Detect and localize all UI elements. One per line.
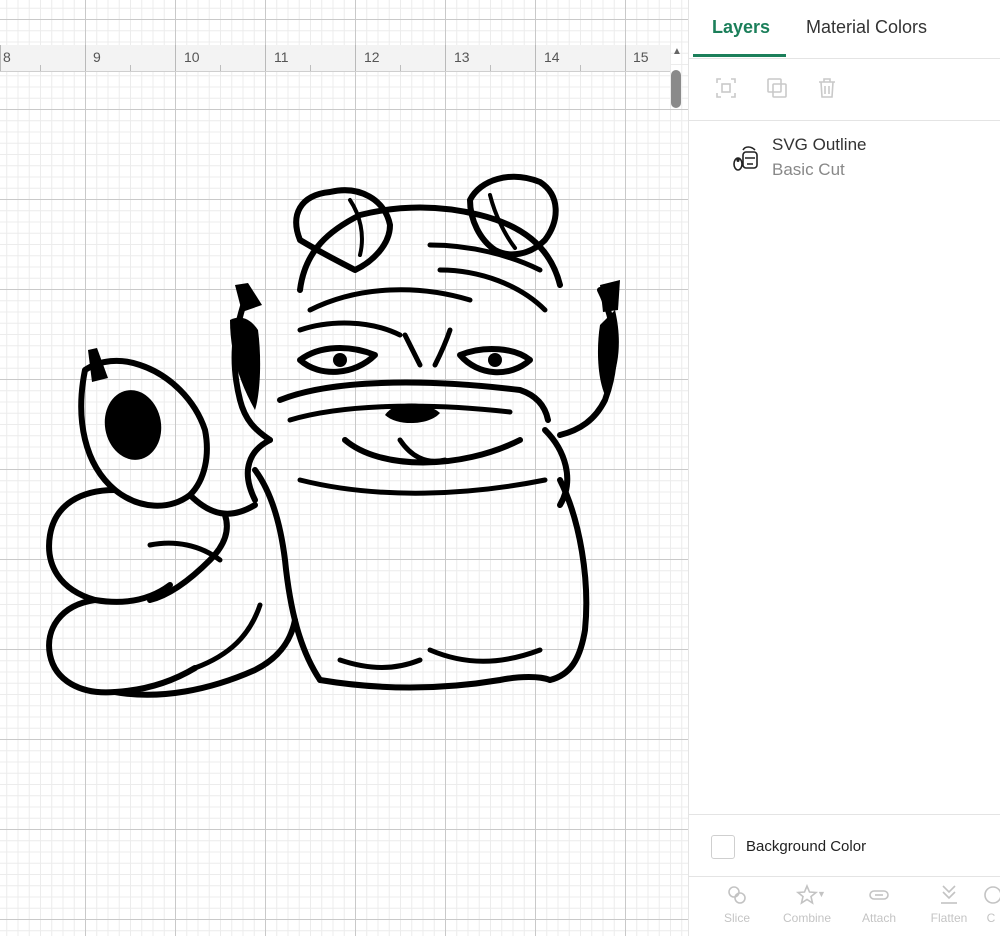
flatten-button[interactable]: Flatten <box>919 883 979 935</box>
attach-icon <box>869 890 889 900</box>
background-color-checkbox[interactable] <box>711 835 735 859</box>
background-color-row: Background Color <box>689 814 1000 877</box>
layer-thumbnail-icon <box>733 146 758 171</box>
slice-icon <box>728 886 746 904</box>
bulldog-artwork[interactable] <box>0 0 688 936</box>
slice-label: Slice <box>723 911 750 925</box>
layer-name: SVG Outline <box>772 135 867 154</box>
background-color-label: Background Color <box>746 838 867 855</box>
flatten-label: Flatten <box>930 911 968 925</box>
attach-label: Attach <box>861 911 897 925</box>
layer-operation: Basic Cut <box>772 160 845 179</box>
design-canvas[interactable]: 8 9 10 11 12 13 14 15 ▲ <box>0 0 688 936</box>
slice-button[interactable]: Slice <box>707 883 767 935</box>
combine-label: Combine <box>782 911 832 925</box>
layer-toolbar <box>689 58 1000 121</box>
group-icon[interactable] <box>714 76 738 100</box>
layers-panel: Layers Material Colors SVG Outline Basic… <box>688 0 1000 936</box>
panel-tabs: Layers Material Colors <box>689 0 1000 59</box>
duplicate-icon[interactable] <box>765 76 789 100</box>
tab-material-colors[interactable]: Material Colors <box>806 17 927 38</box>
layer-item[interactable]: SVG Outline Basic Cut <box>689 126 1000 190</box>
combine-icon <box>795 883 819 905</box>
contour-label: C <box>986 911 996 925</box>
layer-actions-bar: Slice ▼ Combine Attach Flatten C <box>689 876 1000 937</box>
active-tab-indicator <box>693 54 786 57</box>
flatten-icon <box>941 885 957 904</box>
combine-button[interactable]: ▼ Combine <box>777 883 837 935</box>
delete-icon[interactable] <box>815 76 839 100</box>
tab-layers[interactable]: Layers <box>712 17 770 38</box>
contour-button[interactable]: C <box>981 883 1000 935</box>
attach-button[interactable]: Attach <box>849 883 909 935</box>
chevron-down-icon: ▼ <box>817 889 826 899</box>
contour-icon <box>984 886 1000 904</box>
